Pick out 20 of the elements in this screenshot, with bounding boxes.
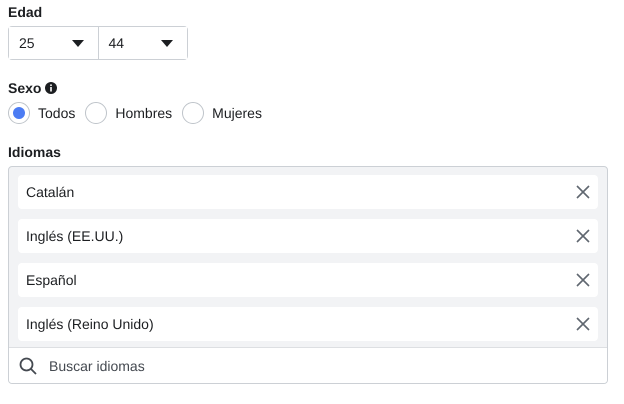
close-icon[interactable] — [576, 229, 590, 243]
search-icon — [19, 357, 37, 375]
caret-icon — [72, 40, 84, 46]
radio-option[interactable]: Mujeres — [182, 102, 262, 124]
age-to-dropdown[interactable]: 44 — [98, 27, 187, 59]
close-icon[interactable] — [576, 185, 590, 199]
info-icon[interactable] — [45, 82, 58, 94]
section-label: Sexo — [8, 80, 42, 96]
search-field[interactable]: Buscar idiomas — [9, 347, 607, 383]
language-name: Inglés (Reino Unido) — [26, 316, 154, 332]
close-icon[interactable] — [576, 273, 590, 287]
radio-option[interactable]: Hombres — [85, 102, 172, 124]
section-label: Idiomas — [8, 144, 61, 160]
language-name: Catalán — [26, 184, 74, 200]
language-name: Español — [26, 272, 77, 288]
section-label: Edad — [8, 4, 42, 20]
caret-icon — [161, 40, 173, 46]
close-icon[interactable] — [576, 317, 590, 331]
radio-option[interactable]: Todos — [8, 102, 76, 124]
language-name: Inglés (EE.UU.) — [26, 228, 124, 244]
